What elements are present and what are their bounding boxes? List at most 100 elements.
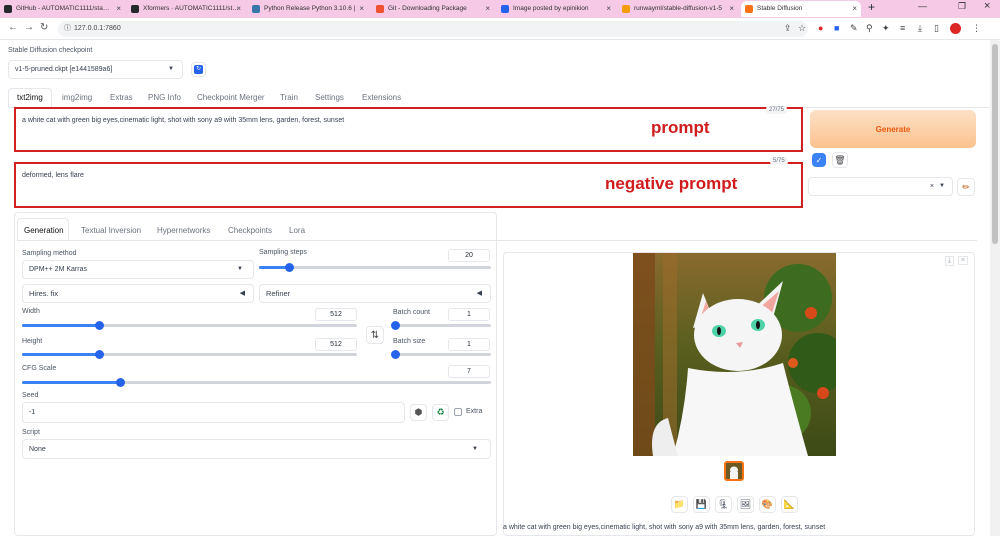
sidebar-icon[interactable]: ▯ [934,23,939,34]
seed-value: -1 [29,409,36,416]
reload-icon[interactable]: ↻ [40,22,48,33]
close-icon[interactable]: × [852,1,857,17]
sampling-steps-input[interactable]: 20 [448,249,490,262]
sampling-steps-slider[interactable] [259,263,491,272]
refresh-checkpoint-button[interactable]: ↻ [191,62,206,77]
slider-knob[interactable] [391,321,400,330]
slider-knob[interactable] [285,263,294,272]
sampling-method-select[interactable]: DPM++ 2M Karras ▼ [22,260,254,279]
batch-size-input[interactable]: 1 [448,338,490,351]
url-input[interactable]: ⓘ 127.0.0.1:7860 [58,21,808,37]
menu-icon[interactable]: ⋮ [972,23,981,34]
share-icon[interactable]: ⇪ [784,23,792,34]
refiner-accordion[interactable]: Refiner ◀ [259,284,491,303]
extension-icon[interactable]: ■ [834,23,839,33]
generated-cat-image[interactable] [633,253,836,456]
close-icon[interactable]: × [729,1,734,17]
extra-seed-checkbox[interactable] [454,408,462,416]
batch-count-slider[interactable] [391,321,491,330]
trash-icon[interactable]: 🗑 [832,152,848,168]
close-icon[interactable]: × [236,1,241,17]
slider-knob[interactable] [391,350,400,359]
browser-tab-image[interactable]: Image posted by epinikion × [497,1,615,17]
tab-settings[interactable]: Settings [315,93,344,102]
back-icon[interactable]: ← [8,22,18,33]
forward-icon[interactable]: → [24,22,34,33]
slider-fill [22,353,99,356]
open-folder-icon[interactable]: 📁 [671,496,688,513]
download-image-icon[interactable]: ⤓ [944,256,954,266]
tab-train[interactable]: Train [280,93,298,102]
tab-png-info[interactable]: PNG Info [148,93,181,102]
slider-knob[interactable] [95,321,104,330]
tab-textual-inversion[interactable]: Textual Inversion [81,226,141,235]
tab-checkpoints[interactable]: Checkpoints [228,226,272,235]
script-value: None [29,446,46,453]
checkpoint-select[interactable]: v1-5-pruned.ckpt [e1441589a6] ▼ [8,60,183,79]
pen-icon[interactable]: ✎ [850,23,858,34]
maximize-icon[interactable]: ❐ [958,1,966,12]
slider-knob[interactable] [116,378,125,387]
browser-tab-stable-diffusion[interactable]: Stable Diffusion × [741,1,861,17]
random-seed-dice-icon[interactable]: ⬢ [410,404,427,421]
close-icon[interactable]: × [359,1,364,17]
browser-tab-xformers[interactable]: Xformers · AUTOMATIC1111/st… × [127,1,245,17]
close-window-icon[interactable]: × [984,0,990,12]
batch-size-slider[interactable] [391,350,491,359]
minimize-icon[interactable]: — [918,1,927,11]
browser-tab-python[interactable]: Python Release Python 3.10.6 | × [248,1,368,17]
close-icon[interactable]: × [957,256,968,265]
cfg-scale-input[interactable]: 7 [448,365,490,378]
browser-tab-git[interactable]: Git - Downloading Package × [372,1,494,17]
batch-count-input[interactable]: 1 [448,308,490,321]
tab-checkpoint-merger[interactable]: Checkpoint Merger [197,93,265,102]
clear-icon[interactable]: × [930,178,934,195]
edit-styles-icon[interactable]: ✏ [957,178,975,196]
tab-extras[interactable]: Extras [110,93,133,102]
close-icon[interactable]: × [116,1,121,17]
puzzle-icon[interactable]: ✦ [882,23,890,34]
seed-input[interactable]: -1 [22,402,405,423]
height-slider[interactable] [22,350,357,359]
reuse-seed-recycle-icon[interactable]: ♻ [432,404,449,421]
styles-select[interactable]: × ▼ [808,177,953,196]
tab-txt2img[interactable]: txt2img [17,93,43,102]
close-icon[interactable]: × [485,1,490,17]
slider-knob[interactable] [95,350,104,359]
download-icon[interactable]: ⤓ [918,23,922,34]
send-to-inpaint-icon[interactable]: 🎨 [759,496,776,513]
cfg-scale-slider[interactable] [22,378,491,387]
pin-icon[interactable]: ⚲ [866,23,873,34]
tab-img2img[interactable]: img2img [62,93,92,102]
opera-icon[interactable]: ● [818,23,823,33]
tab-extensions[interactable]: Extensions [362,93,401,102]
zip-icon[interactable]: 🗜 [715,496,732,513]
send-to-extras-icon[interactable]: 📐 [781,496,798,513]
gallery-thumbnail[interactable] [724,461,744,481]
script-select[interactable]: None ▼ [22,439,491,459]
apply-styles-icon[interactable]: ✓ [812,153,826,167]
github-icon [131,5,139,13]
tab-title: Image posted by epinikion [513,5,589,12]
swap-dimensions-icon[interactable]: ⇅ [366,326,384,344]
hires-fix-accordion[interactable]: Hires. fix ◀ [22,284,254,303]
tab-hypernetworks[interactable]: Hypernetworks [157,226,210,235]
scrollbar-thumb[interactable] [992,44,998,244]
width-input[interactable]: 512 [315,308,357,321]
tab-lora[interactable]: Lora [289,226,305,235]
bookmark-star-icon[interactable]: ☆ [798,23,806,34]
send-to-img2img-icon[interactable]: 🖼 [737,496,754,513]
browser-tab-github[interactable]: GitHub - AUTOMATIC1111/sta… × [0,1,125,17]
generate-button[interactable]: Generate [810,110,976,148]
queue-icon[interactable]: ≡ [900,23,905,33]
tab-generation[interactable]: Generation [24,226,64,235]
new-tab-icon[interactable]: + [868,0,875,14]
profile-avatar[interactable] [950,23,961,34]
browser-tab-huggingface[interactable]: runwayml/stable-diffusion-v1-5 × [618,1,738,17]
info-icon[interactable]: ⓘ [64,21,71,37]
close-icon[interactable]: × [606,1,611,17]
scrollbar[interactable] [990,40,1000,536]
height-input[interactable]: 512 [315,338,357,351]
width-slider[interactable] [22,321,357,330]
save-icon[interactable]: 💾 [693,496,710,513]
